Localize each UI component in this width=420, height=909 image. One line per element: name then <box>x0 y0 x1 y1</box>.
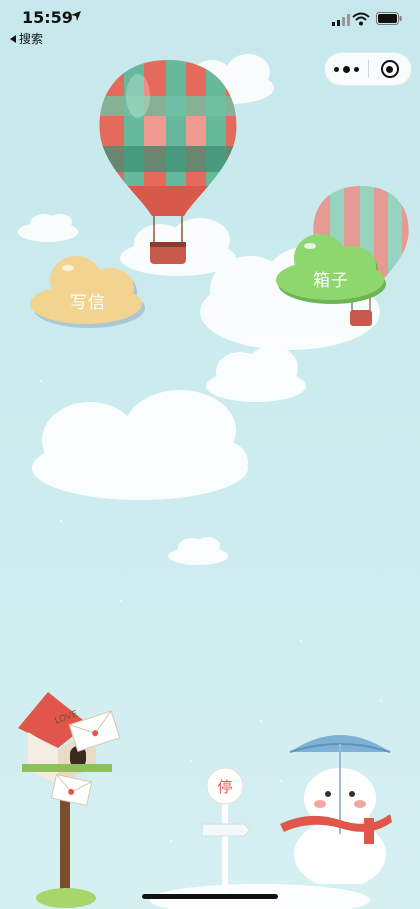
write-letter-button[interactable]: 写信 <box>28 254 148 330</box>
snowman-illustration <box>280 735 392 884</box>
battery-icon <box>376 12 402 25</box>
status-time: 15:59 <box>22 8 73 27</box>
miniprogram-capsule <box>324 52 412 86</box>
signpost-stop-text: 停 <box>217 778 232 796</box>
write-letter-label: 写信 <box>70 293 106 313</box>
back-triangle-icon <box>10 34 16 43</box>
more-dots-icon <box>354 66 359 72</box>
sky-background: 写信 箱子 LOVE 停 <box>0 0 420 909</box>
more-button[interactable] <box>325 52 368 86</box>
hot-air-balloon-large <box>99 60 237 264</box>
close-miniprogram-button[interactable] <box>369 52 411 86</box>
mailbox-label: 箱子 <box>313 271 349 291</box>
back-label: 搜索 <box>19 32 44 46</box>
status-bar: 15:59 搜索 <box>0 0 420 50</box>
birdhouse-illustration: LOVE <box>18 692 121 908</box>
location-arrow-icon <box>71 11 81 21</box>
cellular-signal-icon <box>332 14 350 26</box>
more-dots-icon <box>343 65 350 73</box>
target-circle-icon <box>380 60 399 78</box>
wifi-icon <box>352 12 370 26</box>
signpost-illustration: 停 <box>201 767 251 896</box>
more-dots-icon <box>334 66 339 72</box>
back-to-search-link[interactable]: 搜索 <box>10 30 43 47</box>
mailbox-button[interactable]: 箱子 <box>272 232 390 306</box>
home-indicator[interactable] <box>142 894 278 899</box>
